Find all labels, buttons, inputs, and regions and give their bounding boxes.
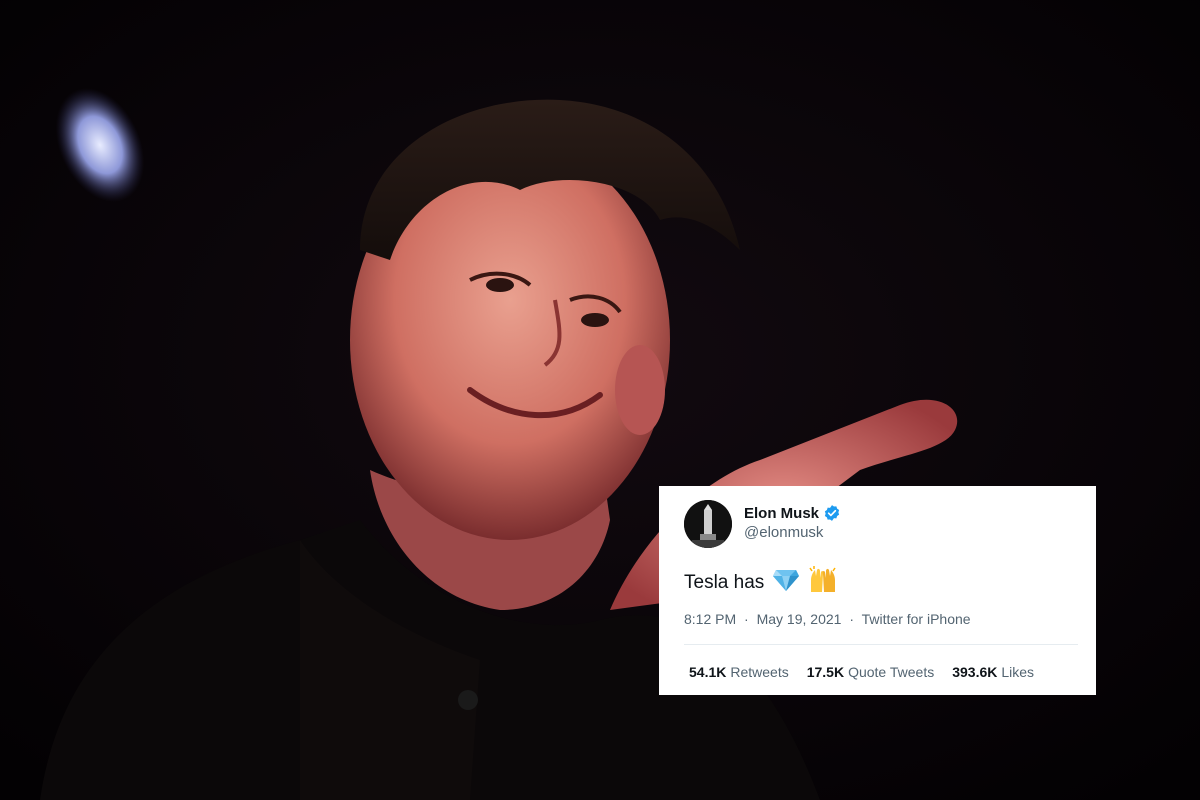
retweets-stat[interactable]: 54.1K Retweets	[689, 664, 789, 680]
likes-stat[interactable]: 393.6K Likes	[952, 664, 1034, 680]
quote-tweets-count: 17.5K	[806, 664, 845, 680]
verified-badge-icon	[823, 504, 841, 522]
tweet-stats: 54.1K Retweets 17.5K Quote Tweets 393.6K Li…	[689, 664, 1034, 680]
tweet-card[interactable]: Elon Musk @elonmusk Tesla has 8:12 PM · …	[659, 486, 1096, 695]
rocket-icon	[684, 500, 732, 548]
likes-label: Likes	[1001, 664, 1035, 680]
tweet-text: Tesla has	[684, 572, 765, 593]
retweets-label: Retweets	[730, 664, 789, 680]
tweet-source[interactable]: Twitter for iPhone	[862, 611, 971, 627]
quote-tweets-label: Quote Tweets	[848, 664, 935, 680]
raising-hands-icon	[808, 566, 838, 600]
divider	[684, 644, 1078, 645]
gem-icon	[772, 568, 800, 598]
tweet-meta: 8:12 PM · May 19, 2021 · Twitter for iPh…	[684, 611, 971, 627]
user-handle[interactable]: @elonmusk	[744, 524, 823, 541]
meta-separator: ·	[744, 611, 749, 627]
meta-separator: ·	[849, 611, 854, 627]
likes-count: 393.6K	[952, 664, 998, 680]
tweet-date[interactable]: May 19, 2021	[757, 611, 842, 627]
tweet-time[interactable]: 8:12 PM	[684, 611, 736, 627]
tweet-text-container: Tesla has	[684, 566, 838, 600]
retweets-count: 54.1K	[689, 664, 727, 680]
avatar[interactable]	[684, 500, 732, 548]
display-name[interactable]: Elon Musk	[744, 505, 819, 522]
quote-tweets-stat[interactable]: 17.5K Quote Tweets	[807, 664, 935, 680]
